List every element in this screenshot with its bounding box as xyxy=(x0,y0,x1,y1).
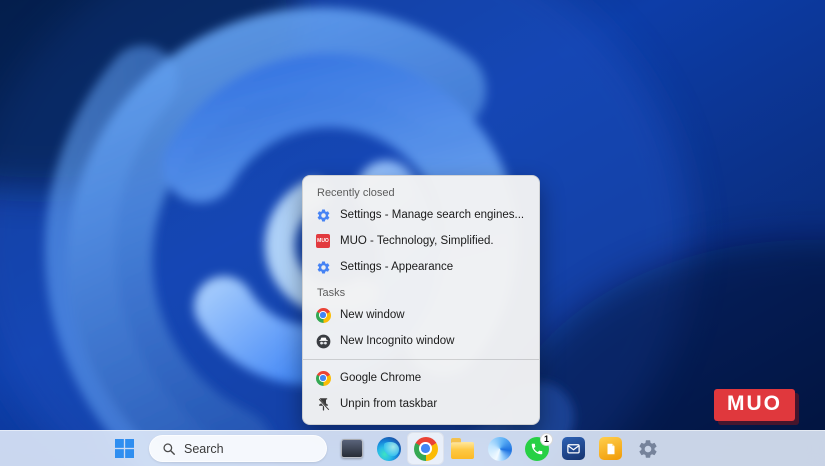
files-button[interactable] xyxy=(592,432,629,465)
jumplist-item-muo-tab[interactable]: MUO MUO - Technology, Simplified. xyxy=(303,228,539,254)
muo-favicon-icon: MUO xyxy=(315,233,331,249)
jumplist-item-settings-appearance[interactable]: Settings - Appearance xyxy=(303,254,539,280)
chrome-icon xyxy=(414,437,438,461)
chrome-icon xyxy=(315,307,331,323)
jumplist-item-settings-search-engines[interactable]: Settings - Manage search engines... xyxy=(303,202,539,228)
notification-badge: 1 xyxy=(540,433,553,446)
phone-link-icon xyxy=(488,437,512,461)
section-header-recently-closed: Recently closed xyxy=(303,180,539,202)
jumplist-item-label: New Incognito window xyxy=(340,335,454,347)
settings-gear-icon xyxy=(315,259,331,275)
search-icon xyxy=(162,442,176,456)
jumplist-item-label: New window xyxy=(340,309,405,321)
edge-button[interactable] xyxy=(370,432,407,465)
settings-gear-icon xyxy=(315,207,331,223)
chrome-button[interactable] xyxy=(407,432,444,465)
jumplist-item-label: Unpin from taskbar xyxy=(340,398,437,410)
chrome-icon xyxy=(315,370,331,386)
muo-watermark: MUO xyxy=(714,389,795,421)
incognito-icon xyxy=(315,333,331,349)
taskbar: Search 1 xyxy=(0,430,825,466)
whatsapp-button[interactable]: 1 xyxy=(518,432,555,465)
phone-link-button[interactable] xyxy=(481,432,518,465)
jumplist-item-unpin-from-taskbar[interactable]: Unpin from taskbar xyxy=(303,391,539,417)
chrome-taskbar-jumplist: Recently closed Settings - Manage search… xyxy=(302,175,540,425)
edge-icon xyxy=(377,437,401,461)
search-box[interactable]: Search xyxy=(149,435,327,462)
mail-button[interactable] xyxy=(555,432,592,465)
jumplist-separator xyxy=(303,359,539,360)
start-button[interactable] xyxy=(106,432,143,465)
desktop: Recently closed Settings - Manage search… xyxy=(0,0,825,466)
jumplist-item-new-window[interactable]: New window xyxy=(303,302,539,328)
jumplist-item-label: Google Chrome xyxy=(340,372,421,384)
search-label: Search xyxy=(184,442,224,456)
file-explorer-icon xyxy=(451,442,474,459)
windows-logo-icon xyxy=(115,439,134,458)
jumplist-item-new-incognito-window[interactable]: New Incognito window xyxy=(303,328,539,354)
mail-icon xyxy=(562,437,585,460)
jumplist-item-label: MUO - Technology, Simplified. xyxy=(340,235,494,247)
jumplist-item-label: Settings - Appearance xyxy=(340,261,453,273)
unpin-icon xyxy=(315,396,331,412)
app-window-button[interactable] xyxy=(333,432,370,465)
section-header-tasks: Tasks xyxy=(303,280,539,302)
settings-gear-icon xyxy=(637,438,659,460)
file-explorer-button[interactable] xyxy=(444,432,481,465)
jumplist-item-label: Settings - Manage search engines... xyxy=(340,209,524,221)
jumplist-item-google-chrome[interactable]: Google Chrome xyxy=(303,365,539,391)
app-window-icon xyxy=(341,439,363,458)
settings-button[interactable] xyxy=(629,432,666,465)
files-app-icon xyxy=(599,437,622,460)
